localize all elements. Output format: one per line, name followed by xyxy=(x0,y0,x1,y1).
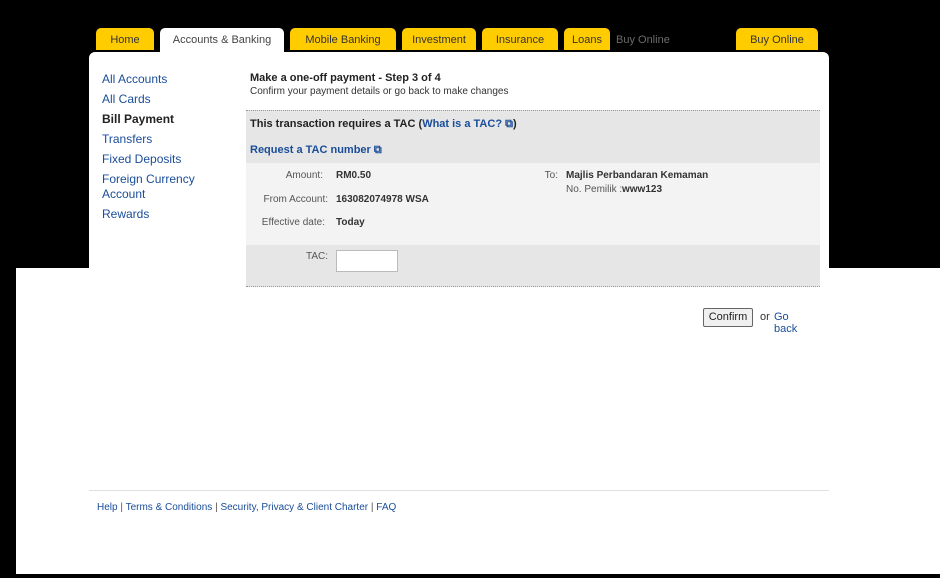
sidebar-item-transfers[interactable]: Transfers xyxy=(102,132,232,147)
footer: Help | Terms & Conditions | Security, Pr… xyxy=(97,502,396,513)
tab-insurance[interactable]: Insurance xyxy=(482,28,558,50)
pemilik-value: www123 xyxy=(622,184,663,195)
tac-notice: This transaction requires a TAC (What is… xyxy=(250,118,517,130)
sidebar-item-foreign-currency-account[interactable]: Foreign Currency Account xyxy=(102,172,232,202)
tac-notice-text: This transaction requires a TAC xyxy=(250,118,416,130)
payee-name: Majlis Perbandaran Kemaman xyxy=(566,170,709,181)
tab-buy-online-ghost[interactable]: Buy Online xyxy=(616,28,686,50)
sidebar-item-fixed-deposits[interactable]: Fixed Deposits xyxy=(102,152,232,167)
or-text: or xyxy=(760,311,770,323)
popup-icon: ⧉ xyxy=(502,118,513,130)
popup-icon: ⧉ xyxy=(370,144,382,156)
tac-input[interactable] xyxy=(336,250,398,272)
footer-security-link[interactable]: Security, Privacy & Client Charter xyxy=(220,502,368,513)
tab-home[interactable]: Home xyxy=(96,28,154,50)
sidebar-item-all-cards[interactable]: All Cards xyxy=(102,92,232,107)
sidebar-item-rewards[interactable]: Rewards xyxy=(102,207,232,222)
from-account-label: From Account: xyxy=(263,194,328,205)
page-title: Make a one-off payment - Step 3 of 4 xyxy=(250,72,441,84)
sidebar: All Accounts All Cards Bill Payment Tran… xyxy=(102,72,232,227)
background-bottom-edge xyxy=(0,574,940,578)
request-tac-link[interactable]: Request a TAC number ⧉ xyxy=(250,144,382,157)
footer-separator: | xyxy=(370,502,374,513)
confirm-button[interactable]: Confirm xyxy=(703,308,753,327)
tab-loans[interactable]: Loans xyxy=(564,28,610,50)
footer-terms-link[interactable]: Terms & Conditions xyxy=(126,502,213,513)
to-label: To: xyxy=(544,170,558,181)
tac-entry-row: TAC: xyxy=(246,245,820,287)
effective-date-value: Today xyxy=(336,217,365,228)
footer-separator: | xyxy=(120,502,123,513)
tac-notice-box: This transaction requires a TAC (What is… xyxy=(246,110,820,164)
amount-label: Amount: xyxy=(285,170,323,181)
footer-separator: | xyxy=(215,502,218,513)
payment-details: Amount: RM0.50 From Account: 16308207497… xyxy=(246,163,820,245)
tab-accounts-banking[interactable]: Accounts & Banking xyxy=(160,28,284,54)
from-account-value: 163082074978 WSA xyxy=(336,194,429,205)
tab-mobile-banking[interactable]: Mobile Banking xyxy=(290,28,396,50)
tab-buy-online[interactable]: Buy Online xyxy=(736,28,818,50)
page-subtitle: Confirm your payment details or go back … xyxy=(250,86,509,97)
sidebar-item-all-accounts[interactable]: All Accounts xyxy=(102,72,232,87)
effective-date-label: Effective date: xyxy=(261,217,325,228)
tac-label: TAC: xyxy=(305,251,328,262)
main-content: Make a one-off payment - Step 3 of 4 Con… xyxy=(246,72,820,97)
footer-divider xyxy=(89,490,829,491)
amount-value: RM0.50 xyxy=(336,170,372,181)
what-is-tac-link[interactable]: What is a TAC? ⧉ xyxy=(422,118,513,130)
footer-help-link[interactable]: Help xyxy=(97,502,118,513)
background-left-edge xyxy=(0,268,16,574)
footer-faq-link[interactable]: FAQ xyxy=(376,502,396,513)
go-back-link[interactable]: Go back xyxy=(774,311,797,335)
pemilik-label: No. Pemilik : xyxy=(566,184,623,195)
tab-investment[interactable]: Investment xyxy=(402,28,476,50)
sidebar-item-bill-payment[interactable]: Bill Payment xyxy=(102,112,232,127)
